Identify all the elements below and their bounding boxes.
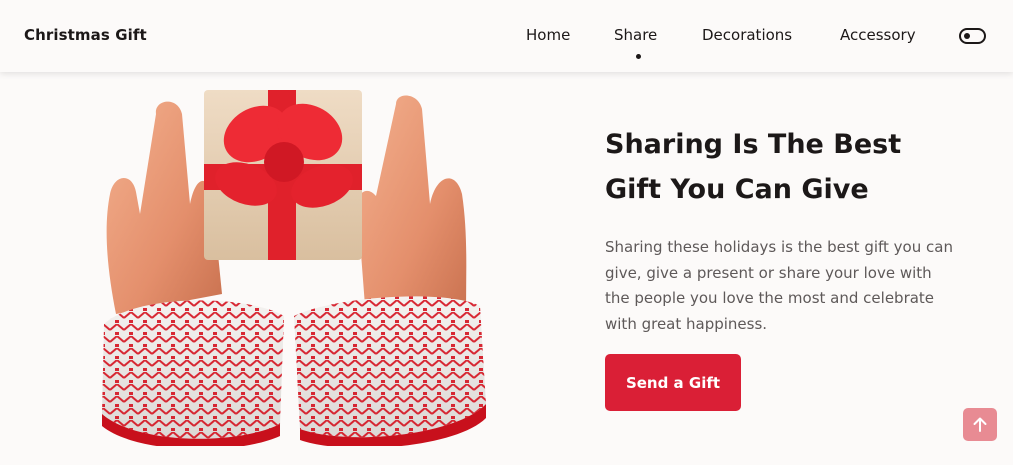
nav-decorations[interactable]: Decorations bbox=[702, 26, 792, 44]
active-nav-indicator bbox=[636, 54, 641, 59]
send-gift-button[interactable]: Send a Gift bbox=[605, 354, 741, 411]
nav-accessory[interactable]: Accessory bbox=[840, 26, 916, 44]
hero-title: Sharing Is The Best Gift You Can Give bbox=[605, 129, 902, 205]
main-nav: Home Share Decorations Accessory bbox=[0, 26, 1013, 66]
theme-toggle-icon[interactable] bbox=[959, 28, 986, 44]
nav-home[interactable]: Home bbox=[526, 26, 570, 44]
gift-illustration-svg bbox=[102, 90, 486, 450]
site-header: Christmas Gift Home Share Decorations Ac… bbox=[0, 0, 1013, 72]
nav-share[interactable]: Share bbox=[614, 26, 657, 44]
hero-description: Sharing these holidays is the best gift … bbox=[605, 238, 953, 334]
scroll-to-top-button[interactable] bbox=[963, 408, 997, 441]
toggle-knob bbox=[964, 32, 970, 39]
arrow-up-icon bbox=[973, 417, 987, 432]
hands-holding-gift-illustration bbox=[96, 84, 490, 450]
